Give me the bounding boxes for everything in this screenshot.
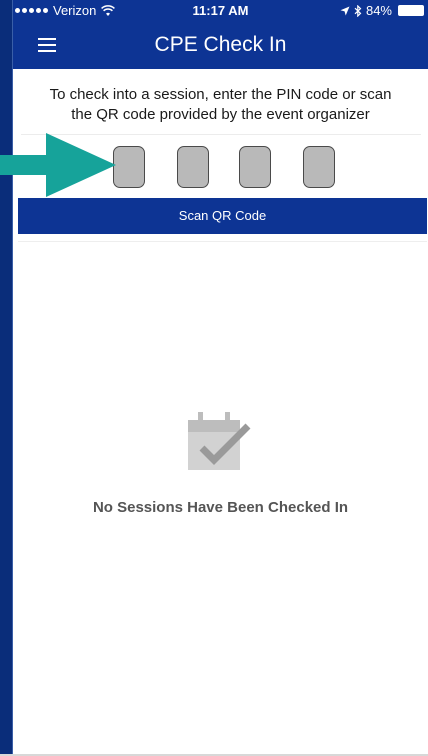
instruction-line-2: the QR code provided by the event organi…: [71, 106, 370, 123]
phone-screen: Verizon 11:17 AM 84% CPE Check In To che…: [0, 0, 428, 756]
page-title: CPE Check In: [154, 33, 287, 56]
pin-digit-4[interactable]: [303, 146, 335, 188]
battery-icon: [398, 5, 424, 16]
app-container: Verizon 11:17 AM 84% CPE Check In To che…: [13, 0, 428, 756]
instruction-line-1: To check into a session, enter the PIN c…: [49, 86, 392, 103]
location-arrow-icon: [340, 6, 350, 15]
calendar-check-icon: [188, 412, 251, 470]
pin-digit-3[interactable]: [239, 146, 271, 188]
pin-digit-2[interactable]: [177, 146, 209, 188]
pin-digit-1[interactable]: [113, 146, 145, 188]
section-separator: [18, 241, 427, 242]
bluetooth-icon: [354, 4, 362, 17]
nav-bar: CPE Check In: [13, 22, 428, 69]
scan-qr-code-button[interactable]: Scan QR Code: [18, 198, 427, 234]
status-bar: Verizon 11:17 AM 84%: [13, 0, 428, 22]
annotation-arrow-icon: [0, 133, 116, 197]
pin-code-input: [113, 146, 353, 188]
checkin-instructions: To check into a session, enter the PIN c…: [13, 85, 428, 125]
frame-left-edge: [0, 0, 12, 756]
status-right: 84%: [340, 3, 424, 18]
battery-percent: 84%: [365, 3, 392, 18]
empty-state-message: No Sessions Have Been Checked In: [92, 499, 349, 516]
